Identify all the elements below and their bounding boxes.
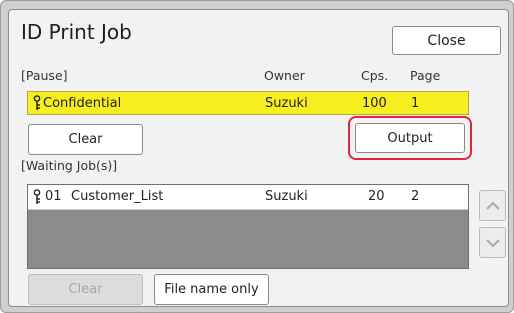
lock-job-icon [32,95,42,115]
waiting-clear-button[interactable]: Clear [28,274,143,305]
waiting-job-name: Customer_List [71,189,164,204]
page-column-header: Page [410,68,441,83]
paused-job-row[interactable]: Confidential Suzuki 100 1 [27,91,469,115]
output-button[interactable]: Output [355,123,465,153]
paused-clear-button[interactable]: Clear [28,124,143,155]
file-name-only-button[interactable]: File name only [154,274,269,305]
waiting-job-copies: 20 [368,189,385,204]
owner-column-header: Owner [264,68,305,83]
waiting-section-label: [Waiting Job(s)] [21,158,118,173]
chevron-down-icon [485,238,500,247]
paused-job-owner: Suzuki [265,96,308,111]
paused-job-page: 1 [411,96,420,111]
paused-job-name: Confidential [43,96,122,111]
chevron-up-icon [485,201,500,210]
waiting-job-number: 01 [45,189,62,204]
pause-section-label: [Pause] [21,68,68,83]
close-button[interactable]: Close [392,26,501,55]
scroll-down-button[interactable] [479,227,506,258]
waiting-job-list[interactable]: 01 Customer_List Suzuki 20 2 [27,184,469,269]
lock-job-icon [32,189,42,209]
scroll-up-button[interactable] [479,190,506,221]
copies-column-header: Cps. [361,68,389,83]
paused-job-copies: 100 [362,96,387,111]
waiting-job-row[interactable]: 01 Customer_List Suzuki 20 2 [28,185,468,210]
waiting-job-owner: Suzuki [265,189,308,204]
waiting-job-page: 2 [411,189,420,204]
output-highlight: Output [348,116,472,160]
dialog-title: ID Print Job [21,20,132,44]
screen-frame: ID Print Job Close [Pause] Owner Cps. Pa… [0,0,514,313]
id-print-job-dialog: ID Print Job Close [Pause] Owner Cps. Pa… [8,9,509,307]
